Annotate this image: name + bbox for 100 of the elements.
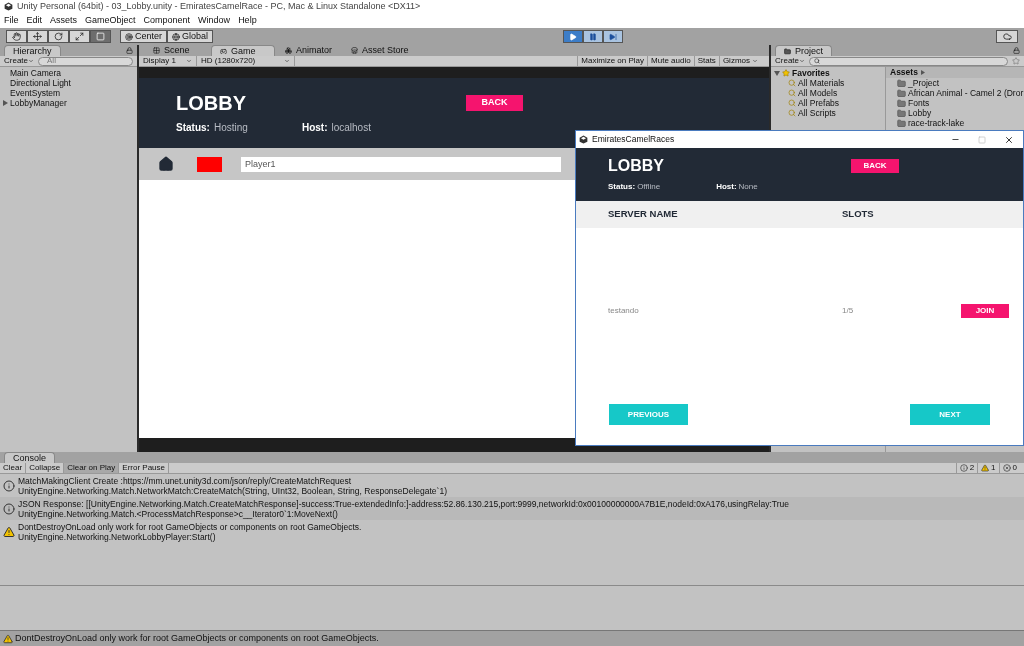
tool-button[interactable] (90, 30, 111, 43)
pivot-button[interactable]: Center (120, 30, 167, 43)
asset-folder[interactable]: _Project (886, 78, 1024, 88)
display-dropdown[interactable]: Display 1 (139, 56, 197, 66)
search-icon (788, 89, 796, 97)
home-icon[interactable] (158, 156, 174, 172)
view-tab[interactable]: Asset Store (343, 45, 417, 56)
console-toggle[interactable]: Clear on Play (64, 463, 120, 473)
star-icon[interactable] (1012, 57, 1020, 65)
view-tab[interactable]: Animator (277, 45, 341, 56)
console-entry[interactable] (0, 497, 1024, 520)
close-icon[interactable] (1004, 134, 1014, 145)
tool-button[interactable] (27, 30, 48, 43)
lobby-title: LOBBY (176, 93, 247, 113)
tool-button[interactable] (69, 30, 90, 43)
view-tab[interactable]: Game (211, 45, 275, 56)
count-toggle[interactable]: 2 (955, 463, 978, 473)
center-icon (125, 32, 133, 41)
info-icon (3, 502, 15, 515)
hand-tool-icon (12, 32, 21, 41)
menu-item[interactable]: Window (198, 16, 231, 25)
menu-item[interactable]: GameObject (85, 16, 136, 25)
resolution-dropdown[interactable]: HD (1280x720) (197, 56, 295, 66)
toggle-button[interactable]: Stats (693, 56, 719, 66)
window-title: Unity Personal (64bit) - 03_Lobby.unity - EmiratesCamelRace - PC, Mac & Linux Standalone <DX11> (17, 2, 421, 11)
hierarchy-label: Directional Light (10, 78, 71, 88)
menu-item[interactable]: Help (238, 16, 257, 25)
caret-icon (752, 58, 758, 64)
count-toggle[interactable]: 1 (977, 463, 999, 473)
player-color-swatch[interactable] (197, 156, 222, 172)
global-icon (172, 32, 180, 41)
toggle-button[interactable]: Maximize on Play (577, 56, 648, 66)
column-header: SERVER NAME (608, 207, 679, 222)
menu-item[interactable]: Component (143, 16, 191, 25)
column-header: SLOTS (842, 207, 874, 222)
create-dropdown[interactable]: Create (4, 57, 34, 65)
menu-item[interactable]: File (4, 16, 19, 25)
favorites-header[interactable]: Favorites (771, 68, 885, 78)
folder-icon (897, 118, 906, 128)
rect-tool-icon (96, 32, 105, 41)
cloud-icon (1002, 32, 1012, 41)
asset-folder[interactable]: Fonts (886, 98, 1024, 108)
hierarchy-label: EventSystem (10, 88, 61, 98)
caret-icon (799, 58, 805, 64)
player-name-field[interactable]: Player1 (241, 156, 561, 172)
favorite-item[interactable]: All Models (771, 88, 885, 98)
console-toggle[interactable]: Error Pause (119, 463, 169, 473)
toggle-button[interactable]: Mute audio (647, 56, 694, 66)
search-icon (788, 79, 796, 87)
favorite-item[interactable]: All Prefabs (771, 98, 885, 108)
join-button[interactable]: JOIN (961, 304, 1009, 318)
cloud-button[interactable] (996, 30, 1018, 43)
lock-icon[interactable] (126, 47, 133, 54)
folder-icon (897, 98, 906, 108)
game-tab-icon (220, 47, 227, 55)
back-button[interactable]: BACK (851, 159, 899, 173)
back-button[interactable]: BACK (466, 95, 523, 111)
hierarchy-item[interactable]: LobbyManager (0, 98, 137, 108)
step-button[interactable] (603, 30, 623, 43)
console-toggle[interactable]: Clear (0, 463, 27, 473)
folder-icon (897, 78, 906, 88)
asset-folder[interactable]: race-track-lake (886, 118, 1024, 128)
console-entry[interactable]: DontDestroyOnLoad only work for root GameObjects or components on root GameObjects. UnityEngine.Networking.NetworkLobbyPlayer:Start() (0, 520, 1024, 543)
play-icon (569, 32, 577, 41)
scale-tool-icon (75, 32, 84, 41)
favorite-item[interactable]: All Scripts (771, 108, 885, 118)
menu-item[interactable]: Assets (50, 16, 78, 25)
move-tool-icon (33, 32, 42, 41)
lock-icon[interactable] (1013, 47, 1020, 54)
hierarchy-item[interactable]: Main Camera (0, 68, 137, 78)
favorite-item[interactable]: All Materials (771, 78, 885, 88)
tool-button[interactable] (6, 30, 27, 43)
host-value: localhost (331, 123, 371, 133)
search-field[interactable]: All (38, 56, 133, 66)
create-dropdown[interactable]: Create (775, 57, 805, 65)
expand-arrow-icon[interactable] (2, 100, 8, 106)
warning-icon (3, 525, 15, 538)
status-label: Status: (608, 183, 636, 191)
gizmos-dropdown[interactable]: Gizmos (718, 56, 761, 66)
tool-button[interactable] (48, 30, 69, 43)
hierarchy-item[interactable]: Directional Light (0, 78, 137, 88)
console-entry[interactable]: MatchMakingClient Create :https://mm.unet.unity3d.com/json/reply/CreateMatchRequest UnityEngine.Networking.Match.NetworkMatch:CreateMatch(String, UInt32, Boolean, String, ResponseDelegate`1) (0, 474, 1024, 497)
console-message-line: DontDestroyOnLoad only work for root GameObjects or components on root GameObjects. (18, 521, 362, 532)
view-tab[interactable]: Scene (145, 45, 209, 56)
hierarchy-item[interactable]: EventSystem (0, 88, 137, 98)
status-message: DontDestroyOnLoad only work for root GameObjects or components on root GameObjects. (15, 634, 379, 643)
host-value: None (738, 183, 758, 191)
pause-button[interactable] (583, 30, 603, 43)
count-toggle[interactable]: 0 (998, 463, 1020, 473)
warning-icon (981, 464, 990, 472)
pivot-button[interactable]: Global (167, 30, 214, 43)
asset-folder[interactable]: Lobby (886, 108, 1024, 118)
play-button[interactable] (563, 30, 583, 43)
expand-arrow-icon[interactable] (774, 70, 780, 76)
assets-breadcrumb[interactable]: Assets (890, 68, 918, 77)
asset-folder[interactable]: African Animal - Camel 2 (Dror (886, 88, 1024, 98)
animator-tab-icon (285, 47, 292, 54)
menu-item[interactable]: Edit (26, 16, 43, 25)
folder-icon (897, 88, 906, 98)
search-field[interactable] (809, 56, 1008, 66)
